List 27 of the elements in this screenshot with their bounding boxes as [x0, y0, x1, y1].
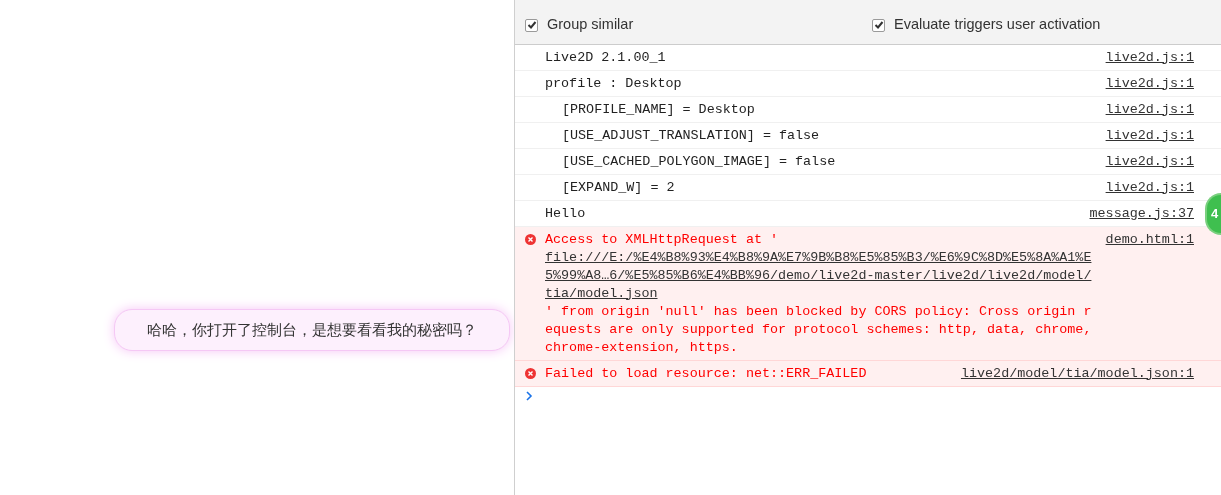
- prompt-caret-icon: [525, 391, 533, 401]
- source-link[interactable]: demo.html:1: [1095, 230, 1194, 249]
- source-link[interactable]: live2d.js:1: [1095, 152, 1194, 171]
- checkbox[interactable]: [872, 18, 885, 32]
- source-link[interactable]: live2d.js:1: [1095, 178, 1194, 197]
- error-message: Access to XMLHttpRequest at ' file:///E:/%E4%B8%93%E4%B8%9A%E7%9B%B8%E5%85%B3/%E6%9C%8D%E5%8A%A1%E5%99%A8…6/%E5%85%B6%E4%BB%96/demo/live2d-master/live2d/live2d/model/tia/model.json ' from origin 'null' has been blocked by CORS policy: Cross origin requests are only supported for protocol schemes: http, data, chrome, chrome-extension, https.: [545, 230, 1096, 357]
- log-message: [USE_ADJUST_TRANSLATION] = false: [562, 126, 820, 145]
- url-link[interactable]: file:///E:/%E4%B8%93%E4%B8%9A%E7%9B%B8%E5%85%B3/%E6%9C%8D%E5%8A%A1%E5%99%A8…6/%E5%85%B6%E4%BB%96/demo/live2d-master/live2d/live2d/model/tia/model.json: [545, 248, 1096, 303]
- source-link[interactable]: live2d.js:1: [1095, 74, 1194, 93]
- error-icon: [525, 368, 536, 379]
- speech-bubble: 哈哈，你打开了控制台，是想要看看我的秘密吗？: [114, 309, 510, 351]
- error-message: Failed to load resource: net::ERR_FAILED: [545, 364, 867, 383]
- source-link[interactable]: live2d/model/tia/model.json:1: [950, 364, 1194, 383]
- log-message: [USE_CACHED_POLYGON_IMAGE] = false: [562, 152, 836, 171]
- setting-label: Evaluate triggers user activation: [894, 15, 1101, 35]
- setting-label: Group similar: [547, 15, 634, 35]
- log-message: [EXPAND_W] = 2: [562, 178, 675, 197]
- source-link[interactable]: live2d.js:1: [1095, 100, 1194, 119]
- log-message: [PROFILE_NAME] = Desktop: [562, 100, 755, 119]
- log-message: Hello: [545, 204, 586, 223]
- checkbox[interactable]: [525, 18, 538, 32]
- log-message: Live2D 2.1.00_1: [545, 48, 666, 67]
- source-link[interactable]: message.js:37: [1079, 204, 1194, 223]
- log-message: profile : Desktop: [545, 74, 682, 93]
- error-icon: [525, 234, 536, 245]
- source-link[interactable]: live2d.js:1: [1095, 48, 1194, 67]
- source-link[interactable]: live2d.js:1: [1095, 126, 1194, 145]
